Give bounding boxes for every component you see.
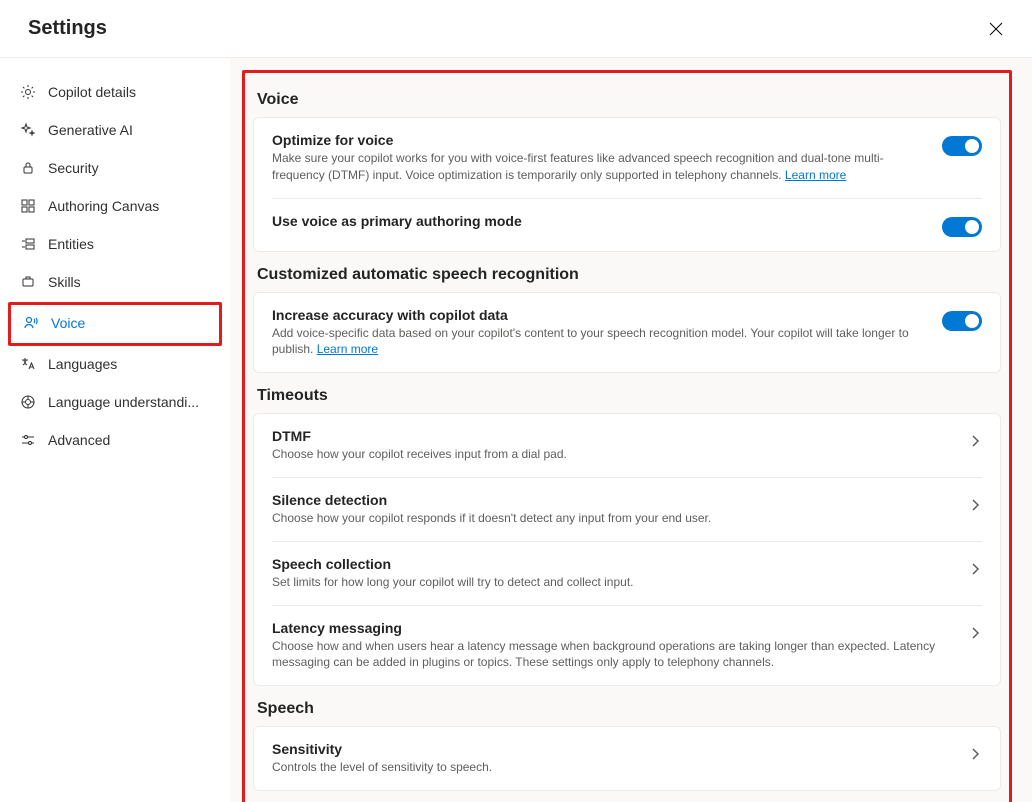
sidebar-item-label: Skills (48, 274, 81, 290)
learn-more-link[interactable]: Learn more (785, 168, 846, 182)
setting-title: Sensitivity (272, 741, 948, 757)
sidebar-item-security[interactable]: Security (8, 150, 222, 186)
row-primary-authoring: Use voice as primary authoring mode (272, 198, 982, 251)
gear-icon (20, 84, 36, 100)
card-timeouts: DTMF Choose how your copilot receives in… (253, 413, 1001, 686)
setting-title: Use voice as primary authoring mode (272, 213, 922, 229)
setting-description: Controls the level of sensitivity to spe… (272, 759, 948, 776)
setting-description: Choose how your copilot receives input f… (272, 446, 948, 463)
section-title-casr: Customized automatic speech recognition (257, 266, 1001, 284)
languages-icon (20, 356, 36, 372)
header: Settings (0, 0, 1032, 58)
brain-icon (20, 394, 36, 410)
page-title: Settings (28, 17, 107, 40)
section-title-speech: Speech (257, 700, 1001, 718)
sidebar-item-label: Authoring Canvas (48, 198, 159, 214)
setting-title: Silence detection (272, 492, 948, 508)
sidebar-item-label: Generative AI (48, 122, 133, 138)
chevron-right-icon (968, 498, 982, 512)
chevron-right-icon (968, 626, 982, 640)
sidebar-item-copilot-details[interactable]: Copilot details (8, 74, 222, 110)
row-increase-accuracy: Increase accuracy with copilot data Add … (272, 293, 982, 373)
sparkle-icon (20, 122, 36, 138)
entities-icon (20, 236, 36, 252)
setting-title: Increase accuracy with copilot data (272, 307, 922, 323)
row-latency-messaging[interactable]: Latency messaging Choose how and when us… (272, 605, 982, 686)
row-silence-detection[interactable]: Silence detection Choose how your copilo… (272, 477, 982, 541)
lock-icon (20, 160, 36, 176)
row-dtmf[interactable]: DTMF Choose how your copilot receives in… (272, 414, 982, 477)
sidebar-item-authoring-canvas[interactable]: Authoring Canvas (8, 188, 222, 224)
grid-icon (20, 198, 36, 214)
setting-description: Choose how and when users hear a latency… (272, 638, 948, 672)
sidebar-item-label: Entities (48, 236, 94, 252)
chevron-right-icon (968, 562, 982, 576)
setting-description: Choose how your copilot responds if it d… (272, 510, 948, 527)
learn-more-link[interactable]: Learn more (317, 342, 378, 356)
setting-description: Make sure your copilot works for you wit… (272, 150, 922, 184)
setting-title: Speech collection (272, 556, 948, 572)
sidebar-item-label: Advanced (48, 432, 110, 448)
sidebar-item-voice[interactable]: Voice (11, 305, 219, 341)
setting-description: Set limits for how long your copilot wil… (272, 574, 948, 591)
row-sensitivity[interactable]: Sensitivity Controls the level of sensit… (272, 727, 982, 790)
chevron-right-icon (968, 434, 982, 448)
card-casr: Increase accuracy with copilot data Add … (253, 292, 1001, 374)
close-icon (988, 21, 1004, 37)
close-button[interactable] (980, 13, 1012, 45)
sidebar-item-languages[interactable]: Languages (8, 346, 222, 382)
sidebar-item-skills[interactable]: Skills (8, 264, 222, 300)
section-title-voice: Voice (257, 91, 1001, 109)
chevron-right-icon (968, 747, 982, 761)
sidebar-item-language-understanding[interactable]: Language understandi... (8, 384, 222, 420)
sidebar-item-entities[interactable]: Entities (8, 226, 222, 262)
section-title-timeouts: Timeouts (257, 387, 1001, 405)
sidebar-item-generative-ai[interactable]: Generative AI (8, 112, 222, 148)
setting-title: Latency messaging (272, 620, 948, 636)
setting-title: DTMF (272, 428, 948, 444)
sliders-icon (20, 432, 36, 448)
card-speech: Sensitivity Controls the level of sensit… (253, 726, 1001, 791)
toggle-increase-accuracy[interactable] (942, 311, 982, 331)
voice-icon (23, 315, 39, 331)
setting-description: Add voice-specific data based on your co… (272, 325, 922, 359)
sidebar-item-label: Copilot details (48, 84, 136, 100)
setting-title: Optimize for voice (272, 132, 922, 148)
row-optimize-voice: Optimize for voice Make sure your copilo… (272, 118, 982, 198)
sidebar-item-advanced[interactable]: Advanced (8, 422, 222, 458)
sidebar-item-label: Language understandi... (48, 394, 199, 410)
sidebar: Copilot details Generative AI Security A… (0, 58, 230, 802)
row-speech-collection[interactable]: Speech collection Set limits for how lon… (272, 541, 982, 605)
sidebar-item-label: Languages (48, 356, 117, 372)
sidebar-item-label: Security (48, 160, 99, 176)
skills-icon (20, 274, 36, 290)
main-content: Voice Optimize for voice Make sure your … (230, 58, 1032, 802)
sidebar-item-label: Voice (51, 315, 85, 331)
toggle-primary-authoring[interactable] (942, 217, 982, 237)
card-voice: Optimize for voice Make sure your copilo… (253, 117, 1001, 252)
toggle-optimize-voice[interactable] (942, 136, 982, 156)
